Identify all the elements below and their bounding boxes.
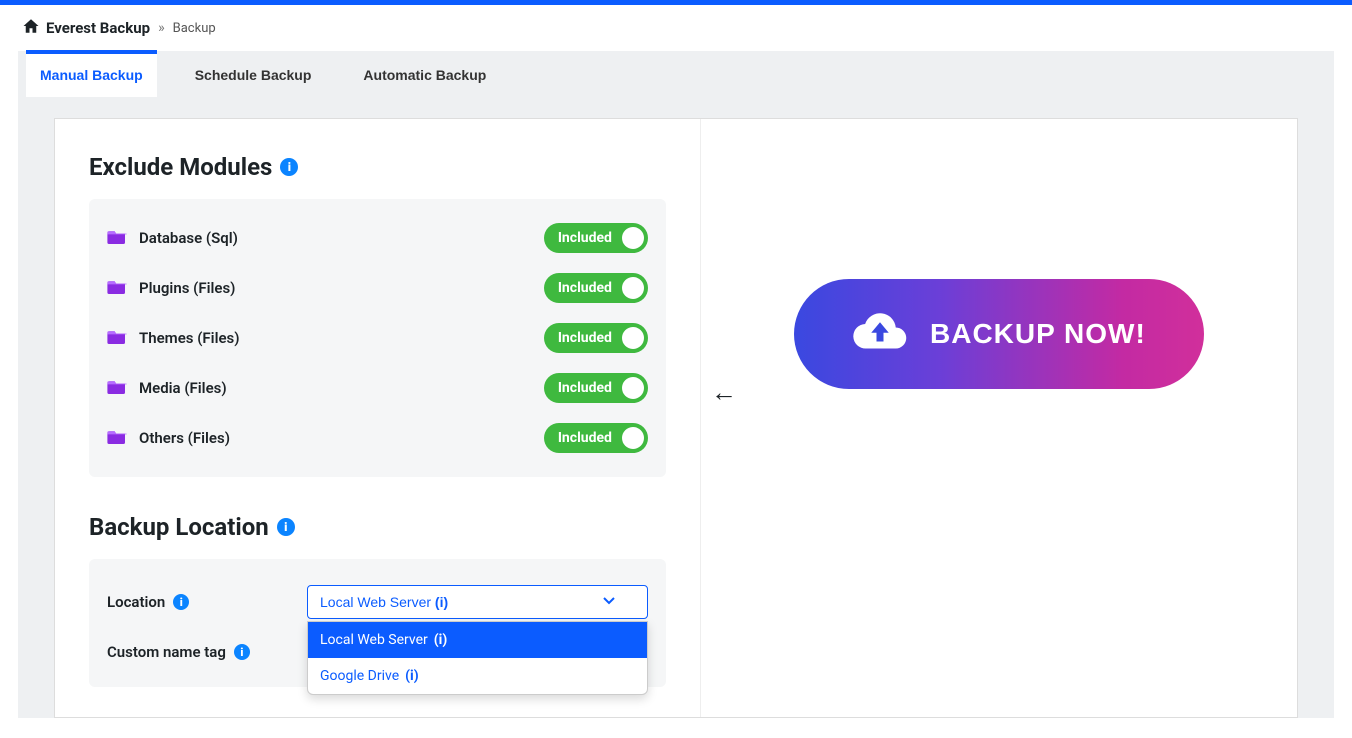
toggle-media[interactable]: Included — [544, 373, 648, 403]
info-icon[interactable]: i — [280, 158, 298, 176]
module-text: Database (Sql) — [139, 229, 238, 247]
option-info: (i) — [434, 632, 448, 648]
modules-list: Database (Sql) Included Plugins (Files) … — [89, 199, 666, 477]
toggle-themes[interactable]: Included — [544, 323, 648, 353]
custom-name-text: Custom name tag — [107, 643, 226, 661]
module-row-media: Media (Files) Included — [107, 363, 648, 413]
exclude-heading: Exclude Modules i — [89, 153, 666, 181]
module-text: Plugins (Files) — [139, 279, 235, 297]
home-icon — [22, 17, 40, 39]
toggle-knob — [622, 227, 644, 249]
module-row-database: Database (Sql) Included — [107, 213, 648, 263]
module-label: Database (Sql) — [107, 228, 238, 248]
select-value-text: Local Web Server — [320, 594, 431, 610]
select-value-info: (i) — [435, 594, 448, 610]
breadcrumb-current: Backup — [173, 21, 216, 36]
module-text: Themes (Files) — [139, 329, 240, 347]
toggle-others[interactable]: Included — [544, 423, 648, 453]
toggle-knob — [622, 277, 644, 299]
module-label: Plugins (Files) — [107, 278, 235, 298]
folder-icon — [107, 328, 127, 348]
cloud-upload-icon — [852, 310, 908, 359]
main-panel: Exclude Modules i Database (Sql) Include… — [54, 118, 1298, 718]
tab-schedule-backup[interactable]: Schedule Backup — [181, 51, 326, 97]
breadcrumb: Everest Backup » Backup — [0, 5, 1352, 51]
toggle-plugins[interactable]: Included — [544, 273, 648, 303]
module-row-themes: Themes (Files) Included — [107, 313, 648, 363]
arrow-left-icon: ← — [711, 377, 737, 408]
tabs-container: Manual Backup Schedule Backup Automatic … — [18, 51, 1334, 718]
location-heading: Backup Location i — [89, 513, 666, 541]
info-icon[interactable]: i — [277, 518, 295, 536]
folder-icon — [107, 378, 127, 398]
left-column: Exclude Modules i Database (Sql) Include… — [55, 119, 701, 717]
module-label: Others (Files) — [107, 428, 230, 448]
folder-icon — [107, 228, 127, 248]
toggle-database[interactable]: Included — [544, 223, 648, 253]
module-label: Media (Files) — [107, 378, 227, 398]
right-column: ← BACKUP NOW! — [701, 119, 1297, 717]
option-text: Local Web Server — [320, 632, 428, 648]
backup-button-label: BACKUP NOW! — [930, 318, 1146, 350]
tab-manual-backup[interactable]: Manual Backup — [26, 50, 157, 97]
location-select-button[interactable]: Local Web Server (i) — [307, 585, 648, 619]
toggle-knob — [622, 377, 644, 399]
toggle-label: Included — [558, 380, 612, 396]
option-text: Google Drive — [320, 668, 399, 684]
location-row: Location i Local Web Server (i) — [107, 573, 648, 631]
tabs: Manual Backup Schedule Backup Automatic … — [18, 51, 1334, 98]
module-label: Themes (Files) — [107, 328, 240, 348]
toggle-knob — [622, 327, 644, 349]
location-select: Local Web Server (i) Local Web Server (i… — [307, 585, 648, 619]
exclude-heading-text: Exclude Modules — [89, 153, 272, 181]
brand-name: Everest Backup — [46, 19, 150, 37]
tab-automatic-backup[interactable]: Automatic Backup — [349, 51, 500, 97]
module-row-plugins: Plugins (Files) Included — [107, 263, 648, 313]
backup-now-button[interactable]: BACKUP NOW! — [794, 279, 1204, 389]
breadcrumb-separator: » — [158, 20, 165, 36]
module-text: Media (Files) — [139, 379, 227, 397]
toggle-label: Included — [558, 330, 612, 346]
info-icon[interactable]: i — [173, 594, 189, 610]
toggle-knob — [622, 427, 644, 449]
toggle-label: Included — [558, 280, 612, 296]
info-icon[interactable]: i — [234, 644, 250, 660]
custom-name-label: Custom name tag i — [107, 643, 307, 661]
folder-icon — [107, 428, 127, 448]
location-dropdown: Local Web Server (i) Google Drive (i) — [307, 621, 648, 695]
location-box: Location i Local Web Server (i) — [89, 559, 666, 687]
option-info: (i) — [405, 668, 419, 684]
toggle-label: Included — [558, 230, 612, 246]
location-label-text: Location — [107, 593, 165, 611]
module-row-others: Others (Files) Included — [107, 413, 648, 463]
module-text: Others (Files) — [139, 429, 230, 447]
option-google-drive[interactable]: Google Drive (i) — [308, 658, 647, 694]
toggle-label: Included — [558, 430, 612, 446]
location-heading-text: Backup Location — [89, 513, 269, 541]
chevron-down-icon — [603, 594, 615, 610]
location-label: Location i — [107, 593, 307, 611]
folder-icon — [107, 278, 127, 298]
